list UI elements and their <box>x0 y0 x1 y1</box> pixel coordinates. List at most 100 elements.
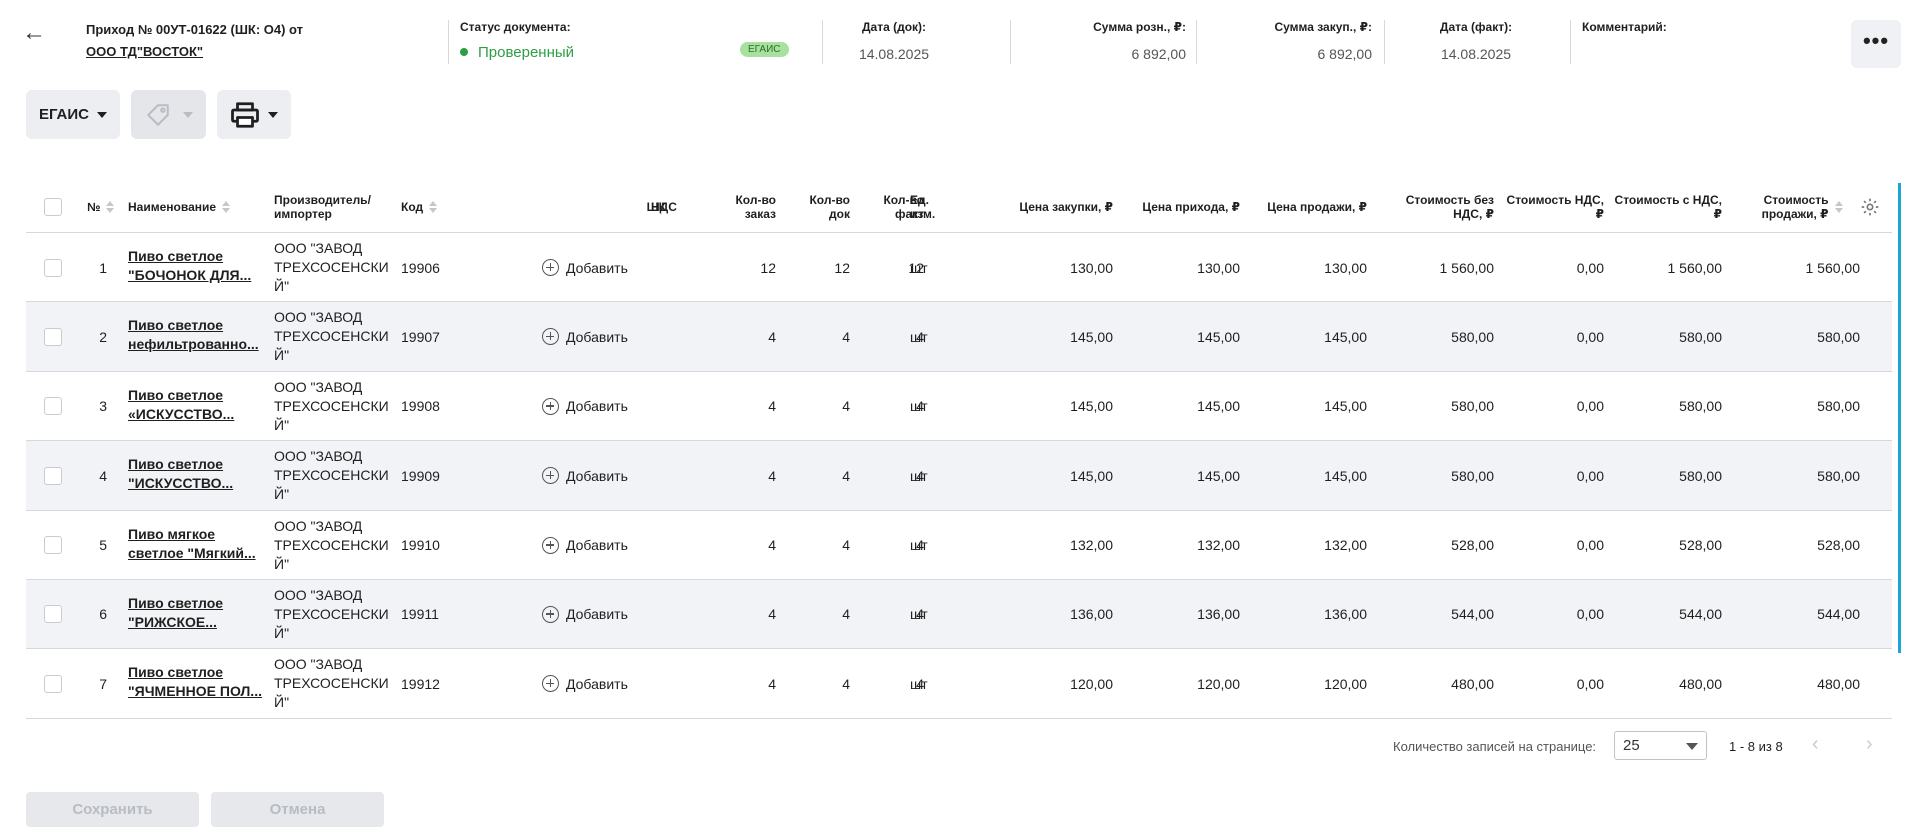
add-barcode-cell: Добавить <box>542 233 628 302</box>
chevron-down-icon <box>182 111 193 118</box>
row-price-sale: 120,00 <box>1324 675 1367 692</box>
back-arrow-icon[interactable]: ← <box>22 18 52 48</box>
per-page-select[interactable]: 25 <box>1614 731 1707 760</box>
row-checkbox[interactable] <box>44 536 62 555</box>
product-name-link[interactable]: Пиво светлое "РИЖСКОЕ... <box>128 580 263 649</box>
product-name-line: Пиво светлое <box>128 248 224 264</box>
producer-line: ООО "ЗАВОД <box>274 517 363 534</box>
producer-cell: ООО "ЗАВОД ТРЕХСОСЕНСКИ Й" <box>274 372 399 441</box>
add-barcode-button[interactable]: Добавить <box>542 259 628 276</box>
table-row[interactable]: Пиво светлое "ИСКУССТВО... ООО "ЗАВОД ТРЕХС… <box>26 441 1892 511</box>
row-cost-no-vat: 580,00 <box>1451 467 1494 484</box>
supplier-link[interactable]: ООО ТД"ВОСТОК" <box>86 44 203 59</box>
select-all-checkbox[interactable] <box>44 197 62 216</box>
sort-icon[interactable] <box>106 200 115 213</box>
row-qty-doc: 4 <box>842 537 850 554</box>
row-cost-with-vat: 580,00 <box>1679 467 1722 484</box>
table-row[interactable]: Пиво светлое "БОЧОНОК ДЛЯ... ООО "ЗАВОД ТРЕ… <box>26 233 1892 303</box>
table-settings-button[interactable] <box>1860 180 1880 233</box>
table-row[interactable]: Пиво светлое "ЯЧМЕННОЕ ПОЛ... ООО "ЗАВОД ТР… <box>26 649 1892 719</box>
row-qty-order: 4 <box>768 606 776 623</box>
product-name-link[interactable]: Пиво светлое "ЯЧМЕННОЕ ПОЛ... <box>128 649 263 718</box>
row-checkbox[interactable] <box>44 674 62 693</box>
plus-circle-icon <box>542 675 559 693</box>
producer-line: Й" <box>274 555 290 572</box>
purchase-sum-block: Сумма закуп., ₽: 6 892,00 <box>1216 20 1372 62</box>
row-select-cell <box>44 580 62 649</box>
sort-icon[interactable] <box>222 200 231 213</box>
row-qty-doc: 4 <box>842 398 850 415</box>
product-name-link[interactable]: Пиво светлое нефильтрованно... <box>128 302 263 371</box>
table-body: Пиво светлое "БОЧОНОК ДЛЯ... ООО "ЗАВОД ТРЕ… <box>26 233 1892 719</box>
col-code[interactable]: Код <box>401 180 438 233</box>
sort-icon[interactable] <box>1834 200 1844 213</box>
table-row[interactable]: Пиво светлое "РИЖСКОЕ... ООО "ЗАВОД ТРЕХСОС… <box>26 579 1892 650</box>
row-qty-doc: 4 <box>842 467 850 484</box>
printer-icon <box>231 101 259 128</box>
add-barcode-button[interactable]: Добавить <box>542 675 628 693</box>
row-unit: шт <box>910 259 928 276</box>
row-checkbox[interactable] <box>44 258 62 277</box>
prev-page-button[interactable]: ‹ <box>1812 733 1819 756</box>
add-barcode-button[interactable]: Добавить <box>542 536 628 554</box>
table-row[interactable]: Пиво светлое нефильтрованно... ООО "ЗАВОД Т… <box>26 302 1892 372</box>
row-price-purchase: 130,00 <box>1070 259 1113 276</box>
next-page-button[interactable]: › <box>1866 733 1873 756</box>
producer-cell: ООО "ЗАВОД ТРЕХСОСЕНСКИ Й" <box>274 649 399 718</box>
row-checkbox[interactable] <box>44 605 62 624</box>
more-options-button[interactable]: ••• <box>1851 20 1901 68</box>
row-cost-sale: 528,00 <box>1817 537 1860 554</box>
row-select-cell <box>44 511 62 580</box>
row-cost-sale: 580,00 <box>1817 398 1860 415</box>
row-unit: шт <box>910 675 928 692</box>
add-barcode-button[interactable]: Добавить <box>542 328 628 346</box>
status-block: Статус документа: Проверенный <box>460 20 574 62</box>
status-label: Статус документа: <box>460 20 571 34</box>
producer-line: Й" <box>274 486 290 503</box>
save-button[interactable]: Сохранить <box>26 792 199 827</box>
sort-icon[interactable] <box>429 200 438 213</box>
plus-circle-icon <box>542 259 559 276</box>
row-code: 19908 <box>401 398 440 415</box>
row-cost-vat: 0,00 <box>1576 606 1604 623</box>
table-row[interactable]: Пиво светлое «ИСКУССТВО... ООО "ЗАВОД ТРЕХС… <box>26 372 1892 442</box>
cancel-button[interactable]: Отмена <box>211 792 384 827</box>
row-price-purchase: 132,00 <box>1070 537 1113 554</box>
retail-sum-block: Сумма розн., ₽: 6 892,00 <box>1030 20 1186 62</box>
col-price-arrival: Цена прихода, ₽ <box>1142 199 1240 214</box>
tag-dropdown-button[interactable] <box>131 90 206 139</box>
retail-sum-label: Сумма розн., ₽: <box>1093 20 1186 34</box>
chevron-down-icon <box>97 111 107 118</box>
print-dropdown-button[interactable] <box>217 90 291 139</box>
add-barcode-button[interactable]: Добавить <box>542 397 628 415</box>
row-code: 19910 <box>401 537 440 554</box>
row-number: 1 <box>99 259 107 276</box>
product-name-link[interactable]: Пиво светлое "БОЧОНОК ДЛЯ... <box>128 233 263 302</box>
table-row[interactable]: Пиво мягкое светлое "Мягкий... ООО "ЗАВОД Т… <box>26 511 1892 580</box>
row-unit: шт <box>910 537 928 554</box>
col-num[interactable]: № <box>87 180 115 233</box>
row-cost-sale: 580,00 <box>1817 328 1860 345</box>
col-name[interactable]: Наименование <box>128 180 231 233</box>
product-name-link[interactable]: Пиво мягкое светлое "Мягкий... <box>128 511 263 580</box>
product-name-line: светлое "Мягкий... <box>128 544 256 561</box>
row-checkbox[interactable] <box>44 397 62 416</box>
add-barcode-label: Добавить <box>566 259 628 276</box>
table-header: № Наименование Производитель/ импортер К… <box>26 180 1892 233</box>
row-cost-vat: 0,00 <box>1576 328 1604 345</box>
row-select-cell <box>44 441 62 510</box>
row-checkbox[interactable] <box>44 466 62 485</box>
add-barcode-button[interactable]: Добавить <box>542 605 628 623</box>
product-name-link[interactable]: Пиво светлое "ИСКУССТВО... <box>128 441 263 510</box>
row-checkbox[interactable] <box>44 327 62 346</box>
row-price-arrival: 145,00 <box>1197 467 1240 484</box>
vertical-scrollbar[interactable] <box>1898 183 1901 653</box>
add-barcode-button[interactable]: Добавить <box>542 467 628 485</box>
row-price-sale: 132,00 <box>1324 537 1367 554</box>
col-cost-sale[interactable]: Стоимость продажи, ₽ <box>1736 180 1844 233</box>
row-code: 19907 <box>401 328 440 345</box>
row-cost-no-vat: 580,00 <box>1451 398 1494 415</box>
egais-dropdown-button[interactable]: ЕГАИС <box>26 90 120 139</box>
product-name-link[interactable]: Пиво светлое «ИСКУССТВО... <box>128 372 263 441</box>
row-select-cell <box>44 649 62 718</box>
